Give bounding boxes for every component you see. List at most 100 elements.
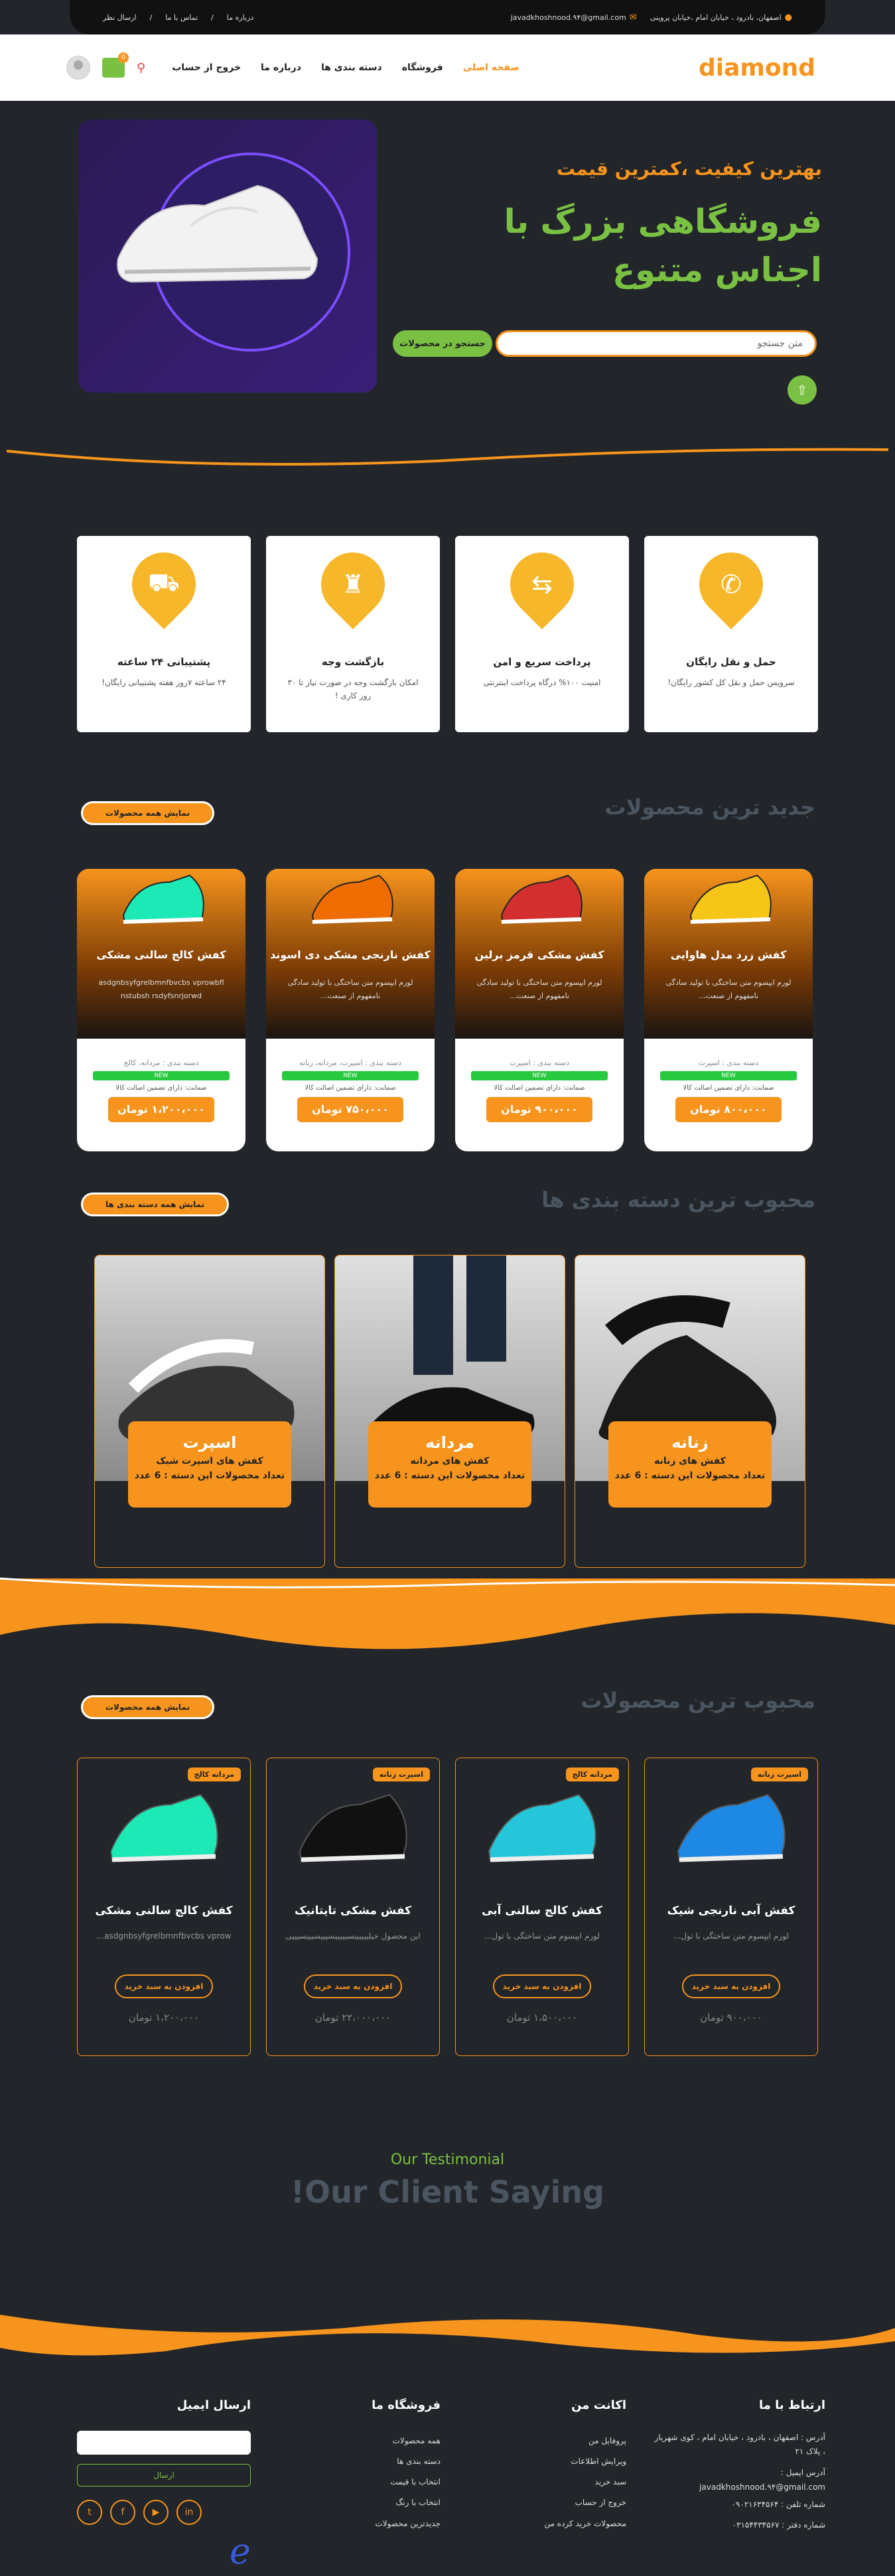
footer-contact: ارتباط با ما آدرس : اصفهان ، بادرود ، خی…: [653, 2390, 825, 2536]
footer-link[interactable]: انتخاب با رنگ: [308, 2492, 441, 2513]
footer-email[interactable]: آدرس ایمیل : javadkhoshnood.۹۴@gmail.com: [653, 2466, 825, 2494]
shoe-image: [488, 1793, 596, 1862]
product-price-button[interactable]: ۷۵۰،۰۰۰ تومان: [297, 1097, 403, 1122]
category-sub: کفش های اسپرت شیک: [156, 1456, 263, 1466]
popular-product-card[interactable]: اسپرت زنانه کفش مشکی تایتانیک این محصول …: [266, 1758, 440, 2056]
twitter-icon[interactable]: t: [77, 2499, 102, 2525]
hero-search-input[interactable]: متن جستجو: [496, 330, 817, 357]
product-desc: لورم ایپسوم متن ساختگی با تول...: [673, 1931, 790, 1941]
add-to-cart-button[interactable]: افزودن به سبد خرید: [682, 1974, 780, 1998]
testimonial-title: Our Client Saying!: [291, 2174, 604, 2210]
show-all-popular-button[interactable]: نمایش همه محصولات: [81, 1695, 214, 1719]
footer-email-input[interactable]: [77, 2430, 251, 2455]
footer-link[interactable]: همه محصولات: [308, 2431, 441, 2451]
product-price-button[interactable]: ۹۰۰،۰۰۰ تومان: [486, 1097, 592, 1122]
logo[interactable]: diamond: [699, 54, 815, 82]
product-price-button[interactable]: ۸۰۰،۰۰۰ تومان: [675, 1097, 782, 1122]
enamad-trust-logo[interactable]: e: [204, 2505, 251, 2572]
footer-link[interactable]: پروفایل من: [474, 2431, 626, 2451]
footer-link[interactable]: خروج از حساب: [474, 2492, 626, 2513]
user-avatar[interactable]: [66, 56, 90, 80]
category-name: زنانه: [671, 1433, 709, 1452]
feature-card-support: ⛟ پشتیبانی ۲۴ ساعته ۲۴ ساعته ۷روز هفته پ…: [77, 536, 251, 732]
email-item[interactable]: ✉javadkhoshnood.۹۴@gmail.com: [511, 13, 637, 23]
footer-office: شماره دفتر : ۰۳۱۵۴۴۳۴۵۶۷: [732, 2520, 825, 2530]
product-desc: این محصول خیلیییییبسیییییسیییسیییسیییی: [285, 1931, 421, 1941]
category-card-sport[interactable]: اسپرت کفش های اسپرت شیک تعداد محصولات ای…: [94, 1255, 325, 1568]
footer-phone: شماره تلفن : ۰۹۰۲۱۶۳۴۵۶۴: [731, 2500, 825, 2510]
youtube-icon[interactable]: ▶: [143, 2499, 169, 2525]
category-card-men[interactable]: مردانه کفش های مردانه تعداد محصولات این …: [334, 1255, 565, 1568]
product-name: کفش کالج سالنی مشکی: [96, 948, 226, 961]
top-link-feedback[interactable]: ارسال نظر: [103, 13, 137, 22]
email-text[interactable]: javadkhoshnood.۹۴@gmail.com: [511, 13, 626, 22]
top-link-contact[interactable]: تماس با ما: [165, 13, 198, 22]
nav-home[interactable]: صفحه اصلی: [463, 62, 519, 73]
product-card[interactable]: کفش زرد مدل هاوایی لورم ایپسوم متن ساختگ…: [644, 869, 813, 1151]
cart-icon[interactable]: 0: [102, 52, 129, 78]
feature-title: بازگشت وجه: [321, 656, 385, 668]
facebook-icon[interactable]: f: [110, 2499, 135, 2525]
add-to-cart-button[interactable]: افزودن به سبد خرید: [115, 1974, 213, 1998]
nav-shop[interactable]: فروشگاه: [402, 62, 443, 73]
top-link-about[interactable]: درباره ما: [227, 13, 253, 22]
popular-product-card[interactable]: اسپرت زنانه کفش آبی نارنجی شیک لورم ایپس…: [644, 1758, 818, 2056]
new-badge: NEW: [660, 1071, 797, 1080]
product-card[interactable]: کفش نارنجی مشکی دی اسوند لورم ایپسوم متن…: [266, 869, 435, 1151]
category-sub: کفش های زنانه: [654, 1456, 726, 1466]
popular-products-title: محبوب ترین محصولات: [581, 1688, 815, 1713]
show-all-products-button[interactable]: نمایش همه محصولات: [81, 801, 214, 825]
product-desc: لورم ایپسوم متن ساختگی با تول...: [484, 1931, 600, 1941]
footer-link[interactable]: جدیدترین محصولات: [308, 2514, 441, 2534]
category-name: مردانه: [425, 1433, 474, 1452]
category-card-women[interactable]: زنانه کفش های زنانه تعداد محصولات این دس…: [575, 1255, 805, 1568]
product-image-area: کفش کالج سالنی مشکی asdgnbsyfgrelbmnfbvc…: [77, 869, 245, 1039]
category-sub: کفش های مردانه: [410, 1456, 490, 1466]
hero-image: [78, 119, 377, 393]
product-card[interactable]: کفش مشکی قرمز برلین لورم ایپسوم متن ساخت…: [455, 869, 624, 1151]
category-count: تعداد محصولات این دسته : 6 عدد: [614, 1470, 766, 1481]
search-icon[interactable]: ⚲: [137, 61, 145, 75]
linkedin-icon[interactable]: in: [176, 2499, 202, 2525]
product-warranty: ضمانت: دارای تضمین اصالت کالا: [494, 1084, 585, 1092]
shoe-image: [122, 874, 204, 925]
scroll-up-icon[interactable]: ⇧: [788, 375, 817, 405]
nav-categories[interactable]: دسته بندی ها: [321, 62, 382, 73]
hero-search-button[interactable]: جستجو در محصولات: [393, 330, 492, 357]
add-to-cart-button[interactable]: افزودن به سبد خرید: [493, 1974, 591, 1998]
contact-info: ●اصفهان، بادرود ، خیابان امام ،خیابان پر…: [511, 13, 792, 23]
add-to-cart-button[interactable]: افزودن به سبد خرید: [304, 1974, 402, 1998]
nav-logout[interactable]: خروج از حساب: [172, 62, 241, 73]
footer-link[interactable]: سبد خرید: [474, 2472, 626, 2492]
product-image-area: کفش زرد مدل هاوایی لورم ایپسوم متن ساختگ…: [644, 869, 813, 1039]
footer-link[interactable]: ویرایش اطلاعات: [474, 2451, 626, 2472]
address-item: ●اصفهان، بادرود ، خیابان امام ،خیابان پر…: [650, 13, 792, 23]
feature-title: حمل و نقل رایگان: [686, 656, 776, 668]
footer-link[interactable]: محصولات خرید کرده من: [474, 2514, 626, 2534]
product-desc: لورم ایپسوم متن ساختگی با تولید سادگی نا…: [665, 978, 792, 1000]
footer-send-button[interactable]: ارسال: [77, 2463, 251, 2486]
product-name: کفش نارنجی مشکی دی اسوند: [270, 948, 431, 961]
product-price: ۱،۵۰۰،۰۰۰ تومان: [506, 2012, 578, 2024]
product-desc: لورم ایپسوم متن ساختگی با تولید سادگی نا…: [287, 978, 413, 1000]
product-desc: asdgnbsyfgrelbmnfbvcbs vprowbfl nstubsh …: [98, 978, 224, 1000]
product-card[interactable]: کفش کالج سالنی مشکی asdgnbsyfgrelbmnfbvc…: [77, 869, 245, 1151]
product-price: ۲۲،۰۰۰،۰۰۰ تومان: [314, 2012, 391, 2024]
popular-product-card[interactable]: مردانه کالج کفش کالج سالنی آبی لورم ایپس…: [455, 1758, 629, 2056]
product-price: ۱،۲۰۰،۰۰۰ تومان: [128, 2012, 200, 2024]
feature-title: پشتیبانی ۲۴ ساعته: [117, 656, 211, 668]
header-icons: ⚲ 0: [66, 52, 145, 80]
nav-about[interactable]: درباره ما: [261, 62, 301, 73]
footer-link[interactable]: دسته بندی ها: [308, 2451, 441, 2472]
category-count: تعداد محصولات این دسته : 6 عدد: [134, 1470, 285, 1481]
white-sneaker-image: [117, 184, 318, 283]
show-all-categories-button[interactable]: نمایش همه دسته بندی ها: [81, 1192, 230, 1216]
cart-count-badge: 0: [118, 52, 129, 63]
popular-product-card[interactable]: مردانه کالج کفش کالج سالنی مشکی asdgnbsy…: [77, 1758, 251, 2056]
product-warranty: ضمانت: دارای تضمین اصالت کالا: [683, 1084, 774, 1092]
product-name: کفش کالج سالنی مشکی: [95, 1904, 233, 1917]
product-image-area: کفش مشکی قرمز برلین لورم ایپسوم متن ساخت…: [455, 869, 624, 1039]
footer-link[interactable]: انتخاب با قیمت: [308, 2472, 441, 2492]
product-price-button[interactable]: ۱،۲۰۰،۰۰۰ تومان: [108, 1097, 214, 1122]
top-bar: ●اصفهان، بادرود ، خیابان امام ،خیابان پر…: [70, 0, 825, 34]
